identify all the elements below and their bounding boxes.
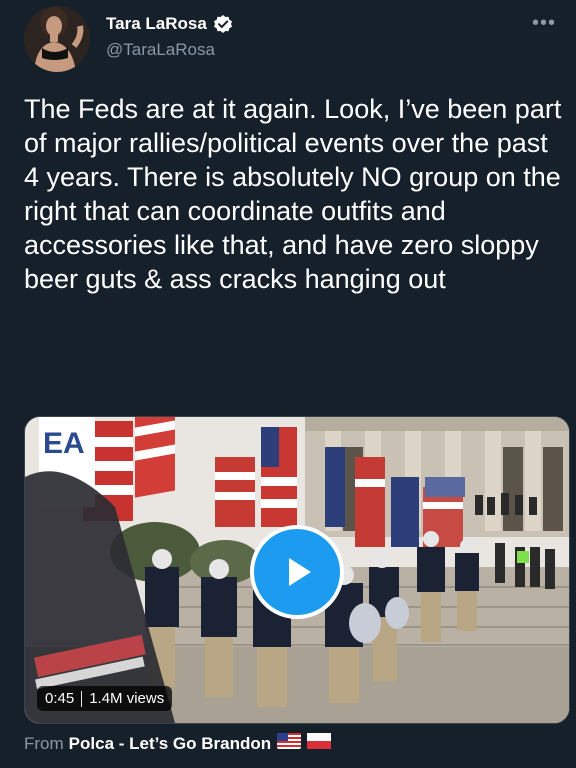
source-prefix: From [24, 733, 64, 753]
video-views: 1.4M views [89, 690, 165, 707]
display-name[interactable]: Tara LaRosa [106, 14, 207, 34]
video-player[interactable]: EA 0:45 1.4M views [24, 416, 570, 724]
source-app-link[interactable]: Polca - Let’s Go Brandon [69, 734, 271, 754]
author-name-row[interactable]: Tara LaRosa [106, 14, 233, 34]
play-icon [289, 558, 311, 586]
author-handle[interactable]: @TaraLaRosa [106, 40, 215, 60]
tweet-header: Tara LaRosa @TaraLaRosa ••• [0, 0, 576, 80]
poland-flag-icon [307, 733, 332, 754]
tweet-source: From Polca - Let’s Go Brandon [24, 733, 332, 754]
avatar-image [24, 6, 90, 72]
verified-badge-icon [213, 14, 233, 34]
more-options-icon[interactable]: ••• [532, 12, 556, 35]
video-duration: 0:45 [45, 690, 75, 707]
play-button[interactable] [250, 525, 344, 619]
sign-text: EA [43, 427, 85, 460]
tweet-text: The Feds are at it again. Look, I’ve bee… [24, 94, 569, 294]
video-meta-badge: 0:45 1.4M views [37, 686, 173, 711]
us-flag-icon [277, 733, 302, 754]
meta-divider [81, 690, 83, 707]
avatar[interactable] [24, 6, 90, 72]
